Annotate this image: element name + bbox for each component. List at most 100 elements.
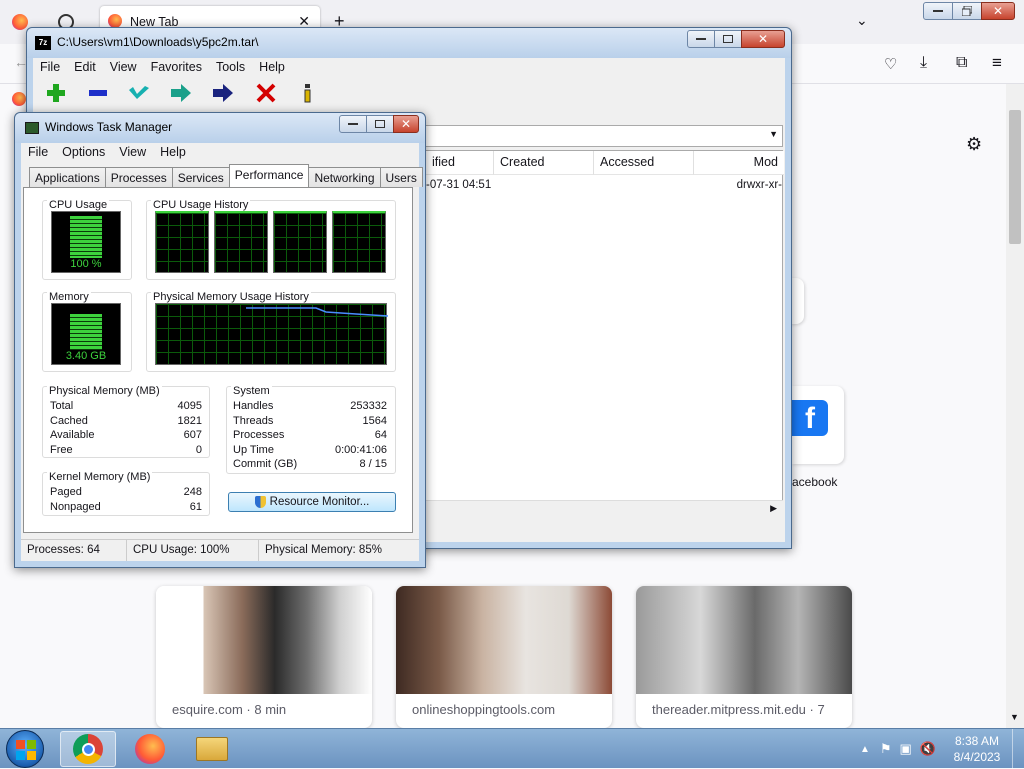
stat-nonpaged: Nonpaged 61 <box>50 501 202 513</box>
story-image <box>156 586 372 694</box>
menu-hamburger-icon[interactable]: ≡ <box>992 53 1002 73</box>
clock[interactable]: 8:38 AM 8/4/2023 <box>942 733 1012 765</box>
pocket-icon[interactable]: ♡ <box>884 55 897 73</box>
minimize-button[interactable] <box>339 115 367 133</box>
maximize-button[interactable] <box>366 115 394 133</box>
minimize-button[interactable] <box>687 30 715 48</box>
extract-button[interactable] <box>87 82 117 108</box>
firefox-tab-icon <box>108 14 122 28</box>
dropdown-arrow-icon: ▼ <box>769 129 778 139</box>
tab-users[interactable]: Users <box>379 167 423 187</box>
menu-help[interactable]: Help <box>153 143 193 161</box>
menu-view[interactable]: View <box>103 58 144 76</box>
stat-uptime: Up Time 0:00:41:06 <box>233 444 387 456</box>
system-title: System <box>231 385 272 397</box>
task-manager-status-bar: Processes: 64 CPU Usage: 100% Physical M… <box>21 539 419 561</box>
tab-applications[interactable]: Applications <box>29 167 106 187</box>
show-hidden-icons-icon[interactable]: ▲ <box>860 744 870 755</box>
firefox-restore-button[interactable] <box>952 2 982 20</box>
scroll-down-arrow-icon[interactable]: ▼ <box>1010 712 1019 722</box>
network-icon[interactable]: ▣ <box>900 741 912 757</box>
physical-memory-history-label: Physical Memory Usage History <box>151 291 311 303</box>
cpu-usage-meter: 100 % <box>51 211 121 273</box>
7zip-window-controls: ✕ <box>687 30 785 48</box>
maximize-button[interactable] <box>714 30 742 48</box>
close-button[interactable]: ✕ <box>393 115 419 133</box>
tab-performance[interactable]: Performance <box>228 164 310 187</box>
tab-services[interactable]: Services <box>171 167 230 187</box>
tab-processes[interactable]: Processes <box>104 167 173 187</box>
menu-tools[interactable]: Tools <box>209 58 252 76</box>
cpu-meter-bar <box>70 216 102 258</box>
delete-button[interactable] <box>255 82 285 108</box>
tab-networking[interactable]: Networking <box>308 167 381 187</box>
test-button[interactable] <box>127 82 157 108</box>
horizontal-scrollbar[interactable]: ▶ <box>425 500 783 516</box>
task-manager-title: Windows Task Manager <box>45 120 173 134</box>
volume-muted-icon[interactable]: 🔇 <box>920 741 936 757</box>
scroll-right-arrow-icon[interactable]: ▶ <box>770 503 777 514</box>
7zip-file-list[interactable]: ified Created Accessed Mod -07-31 04:51 … <box>425 150 784 516</box>
settings-gear-icon[interactable]: ⚙ <box>966 134 982 155</box>
taskbar: ▲ ⚑ ▣ 🔇 8:38 AM 8/4/2023 <box>0 728 1024 769</box>
taskbar-explorer-button[interactable] <box>184 731 240 767</box>
column-accessed[interactable]: Accessed <box>594 151 694 175</box>
column-mode[interactable]: Mod <box>694 151 784 175</box>
task-manager-title-bar[interactable]: Windows Task Manager ✕ <box>15 113 425 143</box>
downloads-icon[interactable]: ⤓ <box>920 54 927 72</box>
shortcut-tile-partial[interactable] <box>790 278 804 324</box>
memory-group: Memory 3.40 GB <box>42 291 132 372</box>
clock-date: 8/4/2023 <box>953 750 1001 764</box>
firefox-taskbar-icon <box>135 734 165 764</box>
start-button[interactable] <box>6 730 44 768</box>
taskbar-firefox-button[interactable] <box>122 731 178 767</box>
story-card[interactable]: thereader.mitpress.mit.edu · 7 <box>636 586 852 728</box>
stat-free: Free 0 <box>50 444 202 456</box>
column-modified[interactable]: ified <box>426 151 494 175</box>
action-center-icon[interactable]: ⚑ <box>880 741 892 757</box>
info-button[interactable] <box>297 82 327 108</box>
firefox-minimize-button[interactable] <box>923 2 953 20</box>
memory-label: Memory <box>47 291 91 303</box>
stat-available: Available 607 <box>50 429 202 441</box>
add-button[interactable] <box>45 82 75 108</box>
memory-meter-bar <box>70 314 102 350</box>
menu-view[interactable]: View <box>112 143 153 161</box>
story-card[interactable]: esquire.com · 8 min <box>156 586 372 728</box>
move-arrow-icon <box>213 84 233 102</box>
firefox-close-button[interactable]: ✕ <box>981 2 1015 20</box>
7zip-title-bar[interactable]: 7z C:\Users\vm1\Downloads\y5pc2m.tar\ ✕ <box>27 28 791 58</box>
resource-monitor-button[interactable]: Resource Monitor... <box>228 492 396 512</box>
column-created[interactable]: Created <box>494 151 594 175</box>
menu-edit[interactable]: Edit <box>67 58 103 76</box>
cpu-history-graph-3 <box>273 211 327 273</box>
table-row[interactable]: -07-31 04:51 drwxr-xr- <box>426 177 782 195</box>
row-attributes: drwxr-xr- <box>736 179 782 191</box>
extensions-icon[interactable]: ⧉ <box>956 54 967 72</box>
story-card[interactable]: onlineshoppingtools.com <box>396 586 612 728</box>
delete-x-icon <box>256 83 276 103</box>
story-source: thereader.mitpress.mit.edu · 7 <box>652 702 825 717</box>
menu-options[interactable]: Options <box>55 143 112 161</box>
close-button[interactable]: ✕ <box>741 30 785 48</box>
menu-file[interactable]: File <box>33 58 67 76</box>
copy-button[interactable] <box>169 82 199 108</box>
task-manager-app-icon <box>25 122 39 134</box>
copy-arrow-icon <box>171 84 191 102</box>
menu-file[interactable]: File <box>21 143 55 161</box>
story-image <box>636 586 852 694</box>
chrome-icon <box>73 734 103 764</box>
show-desktop-button[interactable] <box>1012 729 1024 769</box>
stat-handles: Handles 253332 <box>233 400 387 412</box>
story-source: onlineshoppingtools.com <box>412 702 556 717</box>
menu-help[interactable]: Help <box>252 58 292 76</box>
7zip-address-dropdown[interactable]: ▼ <box>425 125 783 147</box>
move-button[interactable] <box>211 82 241 108</box>
memory-meter: 3.40 GB <box>51 303 121 365</box>
scrollbar-thumb[interactable] <box>1009 110 1021 244</box>
facebook-shortcut-tile[interactable]: f <box>792 386 844 464</box>
list-tabs-chevron-icon[interactable]: ⌄ <box>856 12 868 29</box>
stat-commit: Commit (GB) 8 / 15 <box>233 458 387 470</box>
menu-favorites[interactable]: Favorites <box>144 58 209 76</box>
taskbar-chrome-button[interactable] <box>60 731 116 767</box>
